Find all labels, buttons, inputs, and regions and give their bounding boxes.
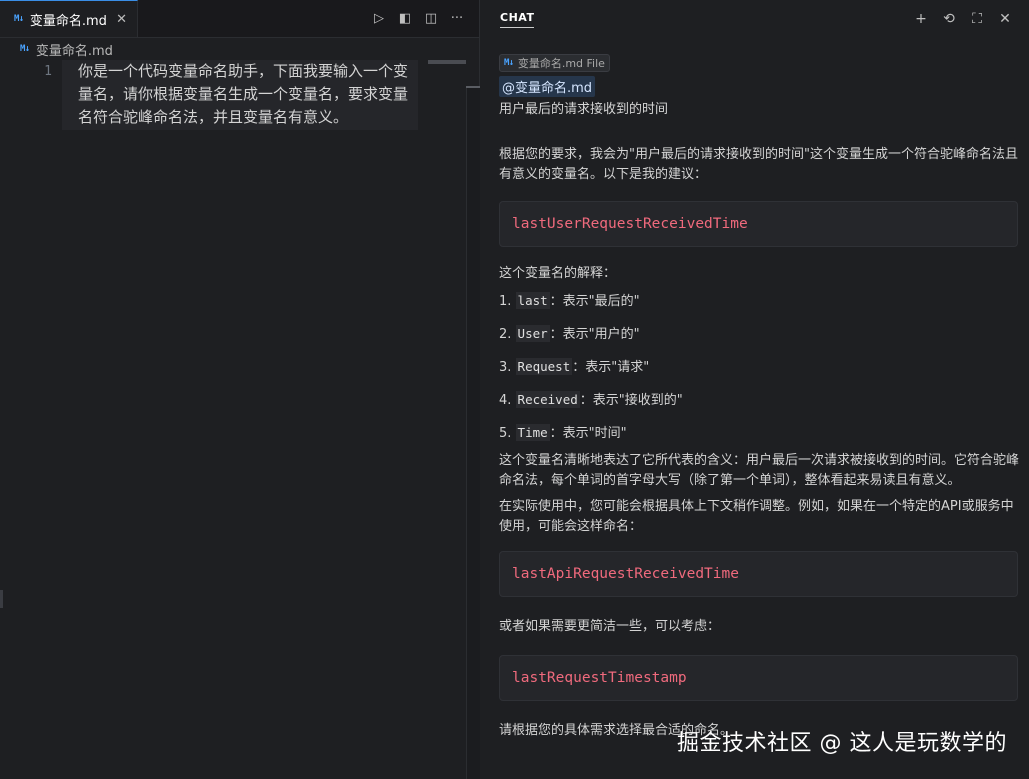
file-context-chip[interactable]: M↓ 变量命名.md File [499,54,610,72]
more-icon[interactable]: ··· [449,11,465,27]
editor-scrollbar[interactable] [466,86,480,779]
list-item: 1. last ：表示"最后的" [499,292,640,309]
inline-code: Time [515,424,550,441]
app-window: M↓ 变量命名.md ✕ ▷ ◧ ◫ ··· M↓ 变量命名.md 1 你是一个… [0,0,1029,779]
code-block[interactable]: lastRequestTimestamp [499,655,1018,701]
code-line[interactable]: 你是一个代码变量命名助手，下面我要输入一个变量名，请你根据变量名生成一个变量名，… [62,60,418,130]
response-summary: 这个变量名清晰地表达了它所代表的含义：用户最后一次请求被接收到的时间。它符合驼峰… [499,453,1020,488]
scroll-position-indicator [466,86,480,88]
editor-actions: ▷ ◧ ◫ ··· [371,0,479,37]
code-block[interactable]: lastUserRequestReceivedTime [499,201,1018,247]
code-block-text: lastUserRequestReceivedTime [512,216,748,232]
code-block-text: lastRequestTimestamp [512,670,687,686]
chat-title[interactable]: CHAT [500,11,535,28]
tab-variable-naming-md[interactable]: M↓ 变量命名.md ✕ [0,0,138,37]
response-shorter: 或者如果需要更简洁一些，可以考虑： [499,619,721,634]
list-item: 5. Time ：表示"时间" [499,424,627,441]
tab-title: 变量命名.md [29,13,107,29]
inline-code: Request [515,358,573,375]
explanation-list: 1. last ：表示"最后的" 2. User ：表示"用户的" 3. Reque… [499,284,1017,449]
editor-pane: M↓ 变量命名.md ✕ ▷ ◧ ◫ ··· M↓ 变量命名.md 1 你是一个… [0,0,480,779]
markdown-file-icon: M↓ [504,58,514,68]
chat-actions: + ⟲ ⛶ ✕ [913,11,1013,27]
code-block[interactable]: lastApiRequestReceivedTime [499,551,1018,597]
user-message: 用户最后的请求接收到的时间 [499,102,669,117]
minimap[interactable] [428,60,466,64]
explanation-title: 这个变量名的解释： [499,266,617,281]
breadcrumb[interactable]: M↓ 变量命名.md [0,38,479,60]
line-number: 1 [44,64,52,79]
code-block-text: lastApiRequestReceivedTime [512,566,739,582]
chat-header: CHAT + ⟲ ⛶ ✕ [480,0,1029,38]
markdown-file-icon: M↓ [20,44,30,54]
run-icon[interactable]: ▷ [371,11,387,27]
close-icon[interactable]: ✕ [997,11,1013,27]
inline-code: Received [515,391,580,408]
sash-handle[interactable] [0,590,3,608]
new-chat-icon[interactable]: + [913,11,929,27]
list-item: 2. User ：表示"用户的" [499,325,640,342]
preview-icon[interactable]: ◧ [397,11,413,27]
code-editor[interactable]: 1 你是一个代码变量命名助手，下面我要输入一个变量名，请你根据变量名生成一个变量… [0,60,420,130]
editor-tab-bar: M↓ 变量命名.md ✕ ▷ ◧ ◫ ··· [0,0,479,38]
split-editor-icon[interactable]: ◫ [423,11,439,27]
file-mention[interactable]: @变量命名.md [499,76,596,97]
breadcrumb-file[interactable]: 变量命名.md [36,40,113,59]
chat-conversation: M↓ 变量命名.md File @变量命名.md 用户最后的请求接收到的时间 根… [480,38,1029,741]
inline-code: last [515,292,550,309]
inline-code: User [515,325,550,342]
list-item: 3. Request ：表示"请求" [499,358,650,375]
watermark: 掘金技术社区 @ 这人是玩数学的 [677,731,1007,756]
file-chip-label: 变量命名.md File [517,57,605,70]
markdown-file-icon: M↓ [14,14,24,24]
maximize-icon[interactable]: ⛶ [969,11,985,27]
history-icon[interactable]: ⟲ [941,11,957,27]
close-tab-icon[interactable]: ✕ [116,12,127,27]
list-item: 4. Received ：表示"接收到的" [499,391,683,408]
response-intro: 根据您的要求，我会为"用户最后的请求接收到的时间"这个变量生成一个符合驼峰命名法… [499,147,1018,182]
chat-panel: CHAT + ⟲ ⛶ ✕ M↓ 变量命名.md File @变量命名.md 用户… [480,0,1029,779]
response-usage: 在实际使用中，您可能会根据具体上下文稍作调整。例如，如果在一个特定的API或服务… [499,499,1014,534]
